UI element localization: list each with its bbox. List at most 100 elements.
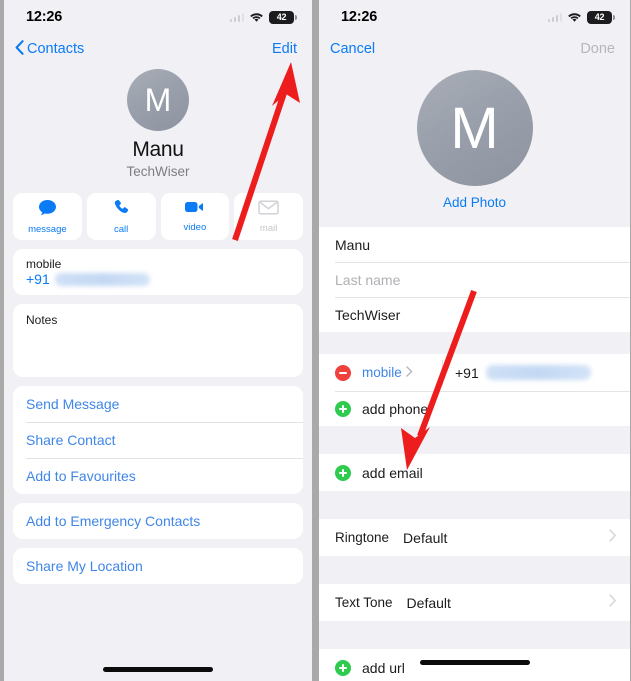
texttone-row[interactable]: Text Tone Default xyxy=(319,584,630,621)
chevron-right-icon xyxy=(609,528,617,547)
phone-section: mobile +91 add phone xyxy=(319,354,630,426)
contact-header: M Manu TechWiser xyxy=(4,64,312,179)
phone-value[interactable]: +91 xyxy=(455,365,591,381)
add-to-emergency-contacts-link[interactable]: Add to Emergency Contacts xyxy=(13,503,303,539)
ringtone-section: Ringtone Default xyxy=(319,519,630,556)
battery-icon: 42 xyxy=(269,10,297,24)
name-fields-group: Manu Last name TechWiser xyxy=(319,227,630,332)
actions-link-group-1: Send Message Share Contact Add to Favour… xyxy=(13,386,303,494)
field-divider xyxy=(442,359,443,386)
nav-bar-right: Cancel Done xyxy=(319,34,630,64)
edit-contact-screen: 12:26 42 Cancel Done M Add Photo Manu La… xyxy=(319,0,630,681)
envelope-icon xyxy=(258,199,279,220)
plus-circle-icon[interactable] xyxy=(335,464,351,481)
nav-bar-left: Contacts Edit xyxy=(4,34,312,64)
company-field[interactable]: TechWiser xyxy=(319,297,630,332)
video-action-button[interactable]: video xyxy=(160,193,230,240)
screenshot-stage: 12:26 42 Contacts Edit M Manu TechWiser … xyxy=(0,0,631,681)
notes-row[interactable]: Notes xyxy=(13,304,303,335)
mail-action-button[interactable]: mail xyxy=(234,193,303,240)
avatar[interactable]: M xyxy=(416,70,533,186)
redacted-phone-number xyxy=(485,365,591,380)
group-gap xyxy=(319,556,630,584)
status-time-right: 12:26 xyxy=(341,9,378,25)
avatar[interactable]: M xyxy=(127,69,189,131)
texttone-left: Text Tone Default xyxy=(335,595,451,611)
signal-dots-icon xyxy=(547,12,562,22)
home-indicator-left xyxy=(103,667,213,672)
add-email-label: add email xyxy=(362,464,423,481)
ringtone-value: Default xyxy=(403,529,448,546)
actions-link-group-3: Share My Location xyxy=(13,548,303,584)
battery-level-right: 42 xyxy=(594,12,605,22)
texttone-value: Default xyxy=(406,594,451,611)
add-phone-row[interactable]: add phone xyxy=(319,391,630,426)
message-action-button[interactable]: message xyxy=(13,193,82,240)
ringtone-key: Ringtone xyxy=(335,530,390,545)
done-button[interactable]: Done xyxy=(580,41,615,57)
first-name-field[interactable]: Manu xyxy=(319,227,630,262)
last-name-placeholder: Last name xyxy=(335,271,401,288)
add-url-row[interactable]: add url xyxy=(319,649,630,681)
add-phone-label: add phone xyxy=(362,400,429,417)
phone-value[interactable]: +91 xyxy=(26,271,290,287)
phone-prefix: +91 xyxy=(455,364,479,381)
phone-handset-icon xyxy=(113,199,130,221)
call-action-label: call xyxy=(113,223,129,235)
plus-circle-icon[interactable] xyxy=(335,659,351,676)
ringtone-row[interactable]: Ringtone Default xyxy=(319,519,630,556)
first-name-value: Manu xyxy=(335,236,371,253)
status-indicators: 42 xyxy=(229,10,297,24)
contact-organization: TechWiser xyxy=(126,164,190,179)
status-bar-right: 12:26 42 xyxy=(319,0,630,34)
last-name-field[interactable]: Last name xyxy=(319,262,630,297)
back-to-contacts-button[interactable]: Contacts xyxy=(15,39,84,59)
edit-contact-header: M Add Photo xyxy=(319,64,630,210)
phone-card[interactable]: mobile +91 xyxy=(13,249,303,295)
minus-circle-icon[interactable] xyxy=(335,364,351,381)
notes-label: Notes xyxy=(26,313,58,327)
phone-row[interactable]: mobile +91 xyxy=(13,249,303,295)
video-action-label: video xyxy=(183,222,207,233)
message-action-label: message xyxy=(28,223,67,235)
status-bar-left: 12:26 42 xyxy=(4,0,312,34)
add-to-favourites-link[interactable]: Add to Favourites xyxy=(13,458,303,494)
url-section: add url xyxy=(319,649,630,681)
add-email-row[interactable]: add email xyxy=(319,454,630,491)
actions-link-group-2: Add to Emergency Contacts xyxy=(13,503,303,539)
ringtone-left: Ringtone Default xyxy=(335,530,447,546)
status-indicators-right: 42 xyxy=(547,10,615,24)
share-contact-link[interactable]: Share Contact xyxy=(13,422,303,458)
cancel-button[interactable]: Cancel xyxy=(330,41,375,57)
quick-actions-row: message call video mail xyxy=(4,179,312,240)
call-action-button[interactable]: call xyxy=(86,193,156,240)
phone-label: mobile xyxy=(26,257,62,271)
battery-icon: 42 xyxy=(587,10,615,24)
chevron-right-icon xyxy=(406,364,413,382)
group-gap xyxy=(319,491,630,519)
send-message-link[interactable]: Send Message xyxy=(13,386,303,422)
add-url-label: add url xyxy=(362,659,405,676)
phone-entry-row[interactable]: mobile +91 xyxy=(319,354,630,391)
contact-detail-screen: 12:26 42 Contacts Edit M Manu TechWiser … xyxy=(4,0,312,681)
mail-action-label: mail xyxy=(259,222,278,234)
phone-label: mobile xyxy=(362,365,402,380)
plus-circle-icon[interactable] xyxy=(335,400,351,417)
battery-level: 42 xyxy=(276,12,287,22)
phone-label-button[interactable]: mobile xyxy=(362,364,442,382)
notes-card[interactable]: Notes xyxy=(13,304,303,377)
status-time: 12:26 xyxy=(26,9,63,25)
phone-prefix: +91 xyxy=(26,271,50,287)
wifi-icon xyxy=(567,12,582,23)
texttone-section: Text Tone Default xyxy=(319,584,630,621)
add-photo-button[interactable]: Add Photo xyxy=(443,195,506,210)
edit-button[interactable]: Edit xyxy=(272,41,297,57)
company-value: TechWiser xyxy=(335,306,401,323)
email-section: add email xyxy=(319,454,630,491)
contact-name: Manu xyxy=(132,138,184,161)
group-gap xyxy=(319,621,630,649)
share-my-location-link[interactable]: Share My Location xyxy=(13,548,303,584)
group-gap xyxy=(319,426,630,454)
chevron-right-icon xyxy=(609,593,617,612)
